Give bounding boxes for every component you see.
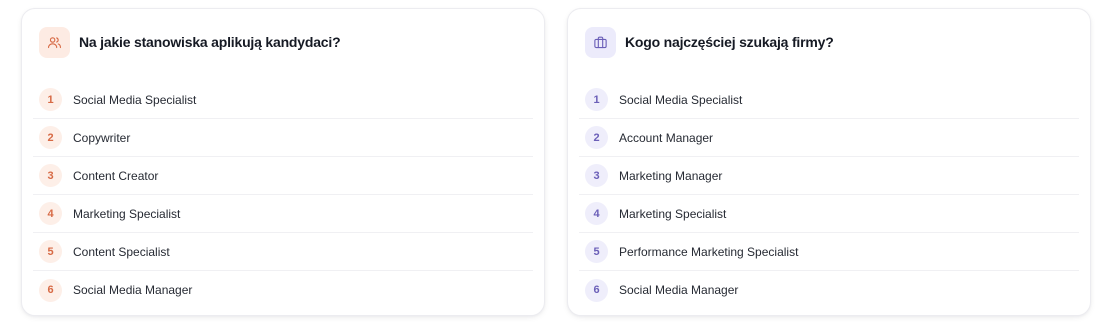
rank-badge: 6 (585, 278, 608, 302)
list-item: 5 Performance Marketing Specialist (579, 233, 1079, 271)
list-item: 2 Account Manager (579, 119, 1079, 157)
position-label: Social Media Manager (73, 283, 193, 297)
rank-badge: 4 (39, 202, 62, 225)
rank-badge: 5 (39, 240, 62, 263)
rank-badge: 6 (39, 278, 62, 302)
list-item: 4 Marketing Specialist (33, 195, 533, 233)
position-label: Social Media Manager (619, 283, 739, 297)
list-item: 2 Copywriter (33, 119, 533, 157)
position-label: Account Manager (619, 130, 714, 145)
position-label: Marketing Specialist (619, 206, 727, 221)
companies-search-card: Kogo najczęściej szukają firmy? 1 Social… (567, 8, 1091, 316)
position-label: Copywriter (73, 130, 131, 145)
list-item: 5 Content Specialist (33, 233, 533, 271)
rank-badge: 4 (585, 202, 608, 225)
rank-badge: 3 (39, 164, 62, 187)
ranking-list: 1 Social Media Specialist 2 Account Mana… (579, 81, 1079, 309)
position-label: Social Media Specialist (73, 92, 197, 107)
rank-badge: 5 (585, 240, 608, 263)
list-item: 4 Marketing Specialist (579, 195, 1079, 233)
card-title: Na jakie stanowiska aplikują kandydaci? (79, 34, 341, 50)
rank-badge: 3 (585, 164, 608, 187)
page: Na jakie stanowiska aplikują kandydaci? … (0, 0, 1100, 328)
list-item: 6 Social Media Manager (33, 271, 533, 309)
position-label: Content Specialist (73, 244, 170, 259)
users-icon (39, 26, 70, 58)
position-label: Content Creator (73, 168, 159, 183)
briefcase-icon (585, 26, 616, 58)
position-label: Marketing Specialist (73, 206, 181, 221)
list-item: 1 Social Media Specialist (33, 81, 533, 119)
ranking-list: 1 Social Media Specialist 2 Copywriter 3… (33, 81, 533, 309)
rank-badge: 1 (39, 88, 62, 111)
position-label: Performance Marketing Specialist (619, 244, 799, 259)
rank-badge: 1 (585, 88, 608, 111)
card-header: Kogo najczęściej szukają firmy? (585, 26, 1073, 58)
card-header: Na jakie stanowiska aplikują kandydaci? (39, 26, 527, 58)
list-item: 3 Marketing Manager (579, 157, 1079, 195)
list-item: 1 Social Media Specialist (579, 81, 1079, 119)
rank-badge: 2 (39, 126, 62, 149)
position-label: Marketing Manager (619, 168, 723, 183)
candidates-positions-card: Na jakie stanowiska aplikują kandydaci? … (21, 8, 545, 316)
card-title: Kogo najczęściej szukają firmy? (625, 34, 834, 50)
rank-badge: 2 (585, 126, 608, 149)
list-item: 6 Social Media Manager (579, 271, 1079, 309)
position-label: Social Media Specialist (619, 92, 743, 107)
list-item: 3 Content Creator (33, 157, 533, 195)
